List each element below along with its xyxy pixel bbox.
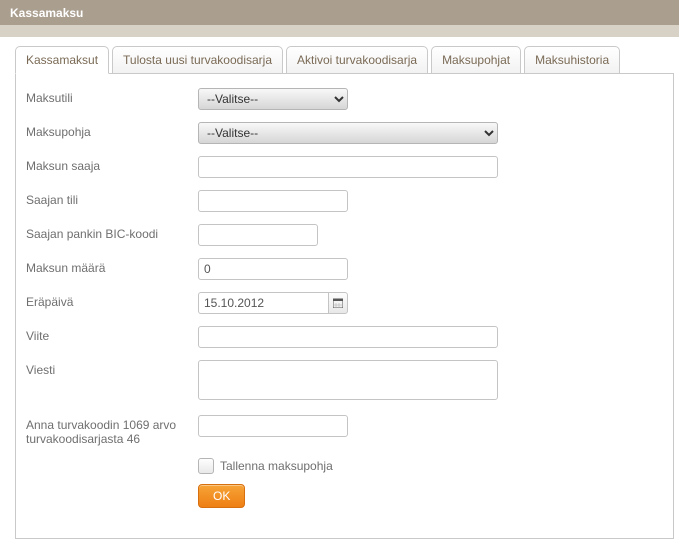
maksutili-label: Maksutili xyxy=(26,88,198,105)
maksutili-select[interactable]: --Valitse-- xyxy=(198,88,348,110)
tallenna-maksupohja-label: Tallenna maksupohja xyxy=(220,459,333,473)
tab-maksupohjat[interactable]: Maksupohjat xyxy=(431,46,521,74)
saajan-tili-label: Saajan tili xyxy=(26,190,198,207)
maksun-saaja-input[interactable] xyxy=(198,156,498,178)
turvakoodi-label: Anna turvakoodin 1069 arvo turvakoodisar… xyxy=(26,415,198,446)
erapaiva-input[interactable] xyxy=(198,292,328,314)
calendar-icon xyxy=(333,298,343,308)
erapaiva-datepicker-button[interactable] xyxy=(328,292,348,314)
page-header: Kassamaksu xyxy=(0,0,679,25)
erapaiva-label: Eräpäivä xyxy=(26,292,198,309)
maksupohja-select[interactable]: --Valitse-- xyxy=(198,122,498,144)
form-panel: Maksutili --Valitse-- Maksupohja --Valit… xyxy=(15,73,674,539)
tab-maksuhistoria[interactable]: Maksuhistoria xyxy=(524,46,620,74)
viite-input[interactable] xyxy=(198,326,498,348)
bic-input[interactable] xyxy=(198,224,318,246)
viesti-textarea[interactable] xyxy=(198,360,498,400)
ok-button[interactable]: OK xyxy=(198,484,245,508)
tab-tulosta-turvakoodisarja[interactable]: Tulosta uusi turvakoodisarja xyxy=(112,46,283,74)
saajan-tili-input[interactable] xyxy=(198,190,348,212)
maksun-saaja-label: Maksun saaja xyxy=(26,156,198,173)
maksun-maara-label: Maksun määrä xyxy=(26,258,198,275)
page-title: Kassamaksu xyxy=(10,6,83,20)
viesti-label: Viesti xyxy=(26,360,198,377)
tab-kassamaksut[interactable]: Kassamaksut xyxy=(15,46,109,74)
tab-aktivoi-turvakoodisarja[interactable]: Aktivoi turvakoodisarja xyxy=(286,46,428,74)
turvakoodi-input[interactable] xyxy=(198,415,348,437)
viite-label: Viite xyxy=(26,326,198,343)
header-strip xyxy=(0,25,679,37)
tallenna-maksupohja-checkbox[interactable] xyxy=(198,458,214,474)
maksun-maara-input[interactable] xyxy=(198,258,348,280)
maksupohja-label: Maksupohja xyxy=(26,122,198,139)
bic-label: Saajan pankin BIC-koodi xyxy=(26,224,198,241)
tab-bar: Kassamaksut Tulosta uusi turvakoodisarja… xyxy=(15,45,679,73)
